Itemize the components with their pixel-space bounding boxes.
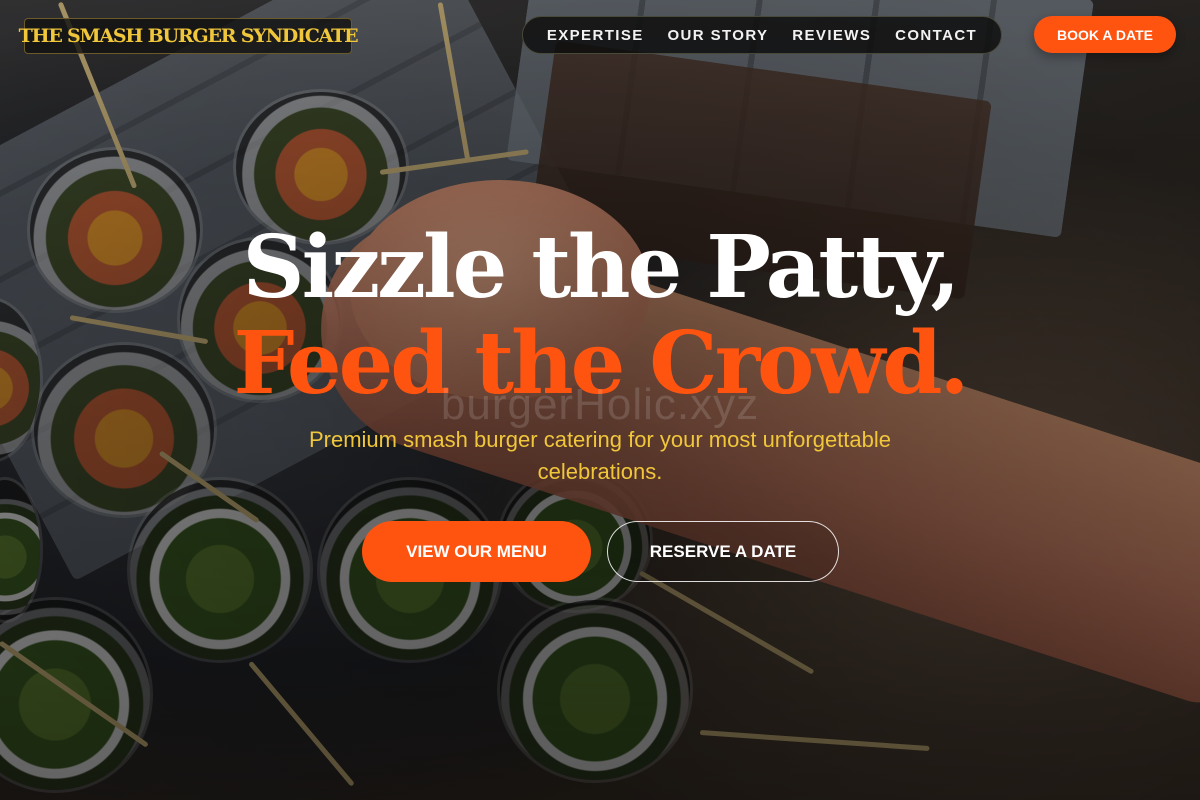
watermark: burgerHolic.xyz xyxy=(440,380,760,429)
book-a-date-button[interactable]: BOOK A DATE xyxy=(1034,16,1176,53)
nav-link-reviews[interactable]: REVIEWS xyxy=(792,27,871,44)
nav-link-our-story[interactable]: OUR STORY xyxy=(667,27,768,44)
nav-link-contact[interactable]: CONTACT xyxy=(895,27,977,44)
view-our-menu-button[interactable]: VIEW OUR MENU xyxy=(362,521,591,582)
brand-logo[interactable]: THE SMASH BURGER SYNDICATE xyxy=(19,18,359,54)
reserve-a-date-button[interactable]: RESERVE A DATE xyxy=(607,521,839,582)
hero-subtitle: Premium smash burger catering for your m… xyxy=(308,427,892,484)
hero-title-line-1: Sizzle the Patty, xyxy=(242,217,961,318)
nav-link-expertise[interactable]: EXPERTISE xyxy=(547,27,644,44)
main-nav: EXPERTISE OUR STORY REVIEWS CONTACT xyxy=(522,16,1002,54)
